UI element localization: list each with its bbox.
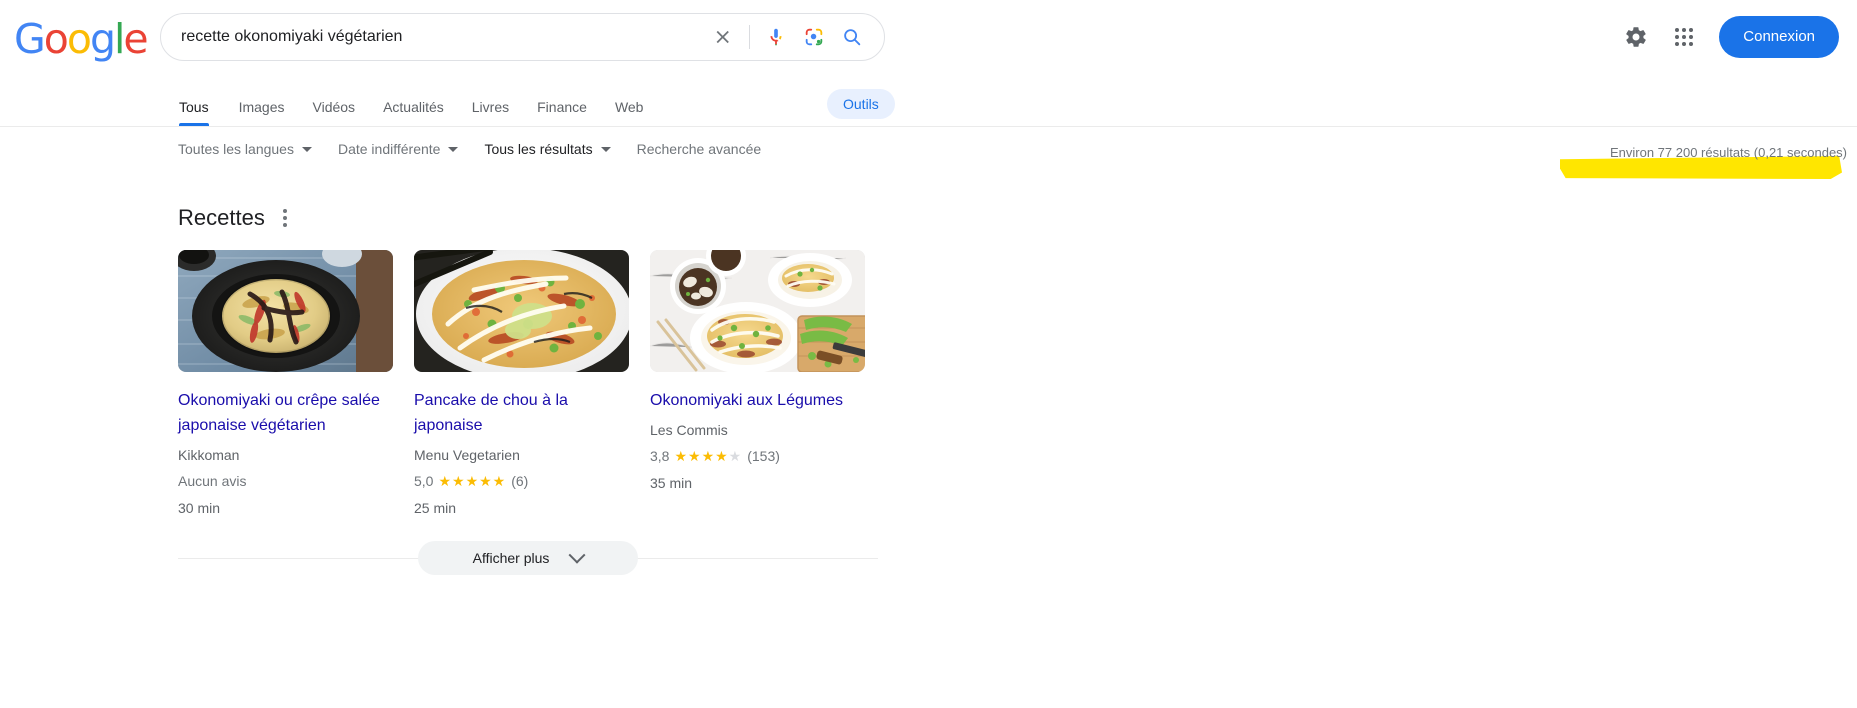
close-icon[interactable]: [711, 25, 735, 49]
header-actions: Connexion: [1623, 14, 1839, 60]
advanced-search-link[interactable]: Recherche avancée: [637, 141, 762, 157]
result-stats: Environ 77 200 résultats (0,21 secondes): [1560, 145, 1847, 179]
recipe-cards: Okonomiyaki ou crêpe salée japonaise vég…: [178, 250, 878, 519]
kebab-menu-icon[interactable]: [281, 206, 289, 230]
google-logo[interactable]: Google: [14, 17, 149, 61]
recipe-rating-value: 5,0: [414, 473, 434, 489]
apps-grid-icon[interactable]: [1671, 24, 1697, 50]
recipe-rating-count: (153): [747, 448, 780, 464]
tab-actualites[interactable]: Actualités: [369, 99, 458, 126]
filter-all-results[interactable]: Tous les résultats: [484, 141, 611, 157]
chevron-down-icon: [448, 146, 459, 152]
recipe-title[interactable]: Pancake de chou à la japonaise: [414, 388, 629, 438]
filter-date[interactable]: Date indifférente: [337, 141, 459, 157]
tab-web[interactable]: Web: [601, 99, 658, 126]
recipe-rating: Aucun avis: [178, 470, 393, 492]
recipes-title: Recettes: [178, 205, 265, 230]
recipes-header: Recettes: [178, 205, 878, 231]
search-tabs-bar: Tous Images Vidéos Actualités Livres Fin…: [0, 88, 1857, 127]
apps-grid-dots: [1675, 28, 1694, 46]
result-stats-text: Environ 77 200 résultats (0,21 secondes): [1609, 145, 1847, 160]
recipe-thumbnail[interactable]: [414, 250, 629, 372]
chevron-down-icon: [600, 146, 611, 152]
recipe-thumbnail[interactable]: [650, 250, 865, 372]
show-more-button[interactable]: Afficher plus: [418, 541, 638, 575]
sign-in-button[interactable]: Connexion: [1719, 16, 1839, 58]
microphone-icon[interactable]: [764, 25, 788, 49]
recipe-time: 35 min: [650, 475, 693, 491]
recipe-rating: 3,8 ★★★★★ (153): [650, 445, 865, 467]
recipe-rating-value: 3,8: [650, 448, 670, 464]
tools-button[interactable]: Outils: [827, 89, 895, 119]
filter-language[interactable]: Toutes les langues: [178, 141, 312, 157]
star-rating-icon: ★★★★★: [438, 473, 507, 489]
tab-livres[interactable]: Livres: [458, 99, 523, 126]
filter-chips: Toutes les langues Date indifférente Tou…: [178, 141, 761, 157]
recipe-title[interactable]: Okonomiyaki ou crêpe salée japonaise vég…: [178, 388, 393, 438]
recipe-card[interactable]: Okonomiyaki ou crêpe salée japonaise vég…: [178, 250, 393, 519]
recipe-title[interactable]: Okonomiyaki aux Légumes: [650, 388, 865, 413]
search-tabs: Tous Images Vidéos Actualités Livres Fin…: [179, 88, 657, 126]
star-rating-icon: ★★★★★: [674, 448, 743, 464]
recipe-time: 30 min: [178, 500, 221, 516]
recipe-card[interactable]: Pancake de chou à la japonaise Menu Vege…: [414, 250, 629, 519]
show-more-container: Afficher plus: [178, 541, 878, 575]
chevron-down-icon: [301, 146, 312, 152]
tab-videos[interactable]: Vidéos: [299, 99, 370, 126]
recipes-module: Recettes Okonomiyaki ou crêpe salée japo…: [178, 205, 878, 519]
filter-date-label: Date indifférente: [337, 141, 441, 157]
recipe-card[interactable]: Okonomiyaki aux Légumes Les Commis 3,8 ★…: [650, 250, 865, 519]
tab-images[interactable]: Images: [225, 99, 299, 126]
search-input[interactable]: [161, 14, 711, 60]
tab-finance[interactable]: Finance: [523, 99, 601, 126]
filter-bar: Toutes les langues Date indifférente Tou…: [0, 127, 1857, 179]
recipe-source: Menu Vegetarien: [414, 447, 520, 463]
recipe-time: 25 min: [414, 500, 457, 516]
filter-language-label: Toutes les langues: [178, 141, 294, 157]
recipe-source: Les Commis: [650, 422, 728, 438]
recipe-rating-count: (6): [511, 473, 529, 489]
search-icon[interactable]: [840, 25, 864, 49]
show-more-label: Afficher plus: [472, 550, 550, 566]
recipe-thumbnail[interactable]: [178, 250, 393, 372]
recipe-source: Kikkoman: [178, 447, 240, 463]
gear-icon[interactable]: [1623, 24, 1649, 50]
chevron-down-icon: [568, 546, 586, 564]
page-header: Google recette okonomiyaki végétarien Co…: [0, 0, 1857, 88]
filter-all-results-label: Tous les résultats: [484, 141, 593, 157]
search-divider: [749, 25, 750, 49]
google-lens-icon[interactable]: [802, 25, 826, 49]
recipe-rating-text: Aucun avis: [178, 473, 247, 489]
tab-tous[interactable]: Tous: [179, 99, 225, 126]
recipe-rating: 5,0 ★★★★★ (6): [414, 470, 629, 492]
search-box: [160, 13, 885, 61]
